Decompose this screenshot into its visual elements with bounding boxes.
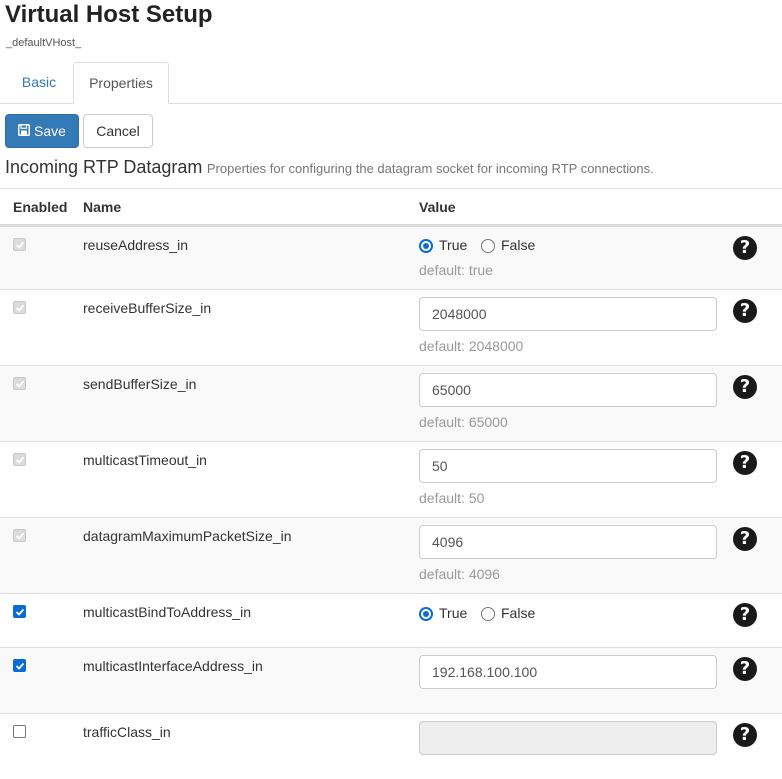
tab-properties[interactable]: Properties [73, 62, 169, 104]
help-icon[interactable]: ? [733, 603, 757, 627]
column-header-value: Value [419, 199, 456, 215]
property-name: multicastBindToAddress_in [83, 604, 252, 620]
enabled-checkbox[interactable] [13, 605, 26, 618]
property-value-input [419, 721, 717, 755]
save-button-label: Save [34, 123, 66, 139]
help-icon[interactable]: ? [733, 451, 757, 475]
property-value-input[interactable]: 4096 [419, 525, 717, 559]
column-header-name: Name [83, 199, 122, 215]
property-name: receiveBufferSize_in [83, 300, 212, 316]
property-name: sendBufferSize_in [83, 376, 197, 392]
default-value-hint: default: 50 [419, 490, 485, 506]
page-subtitle: _defaultVHost_ [6, 37, 82, 49]
page-title: Virtual Host Setup [5, 1, 213, 28]
false-radio-label: False [501, 237, 536, 253]
table-row [0, 226, 782, 289]
section-header: Incoming RTP Datagram Properties for con… [5, 157, 654, 178]
property-value-input[interactable]: 192.168.100.100 [419, 655, 717, 689]
property-name: trafficClass_in [83, 724, 171, 740]
enabled-checkbox [13, 301, 26, 314]
help-icon[interactable]: ? [733, 299, 757, 323]
help-icon[interactable]: ? [733, 657, 757, 681]
help-icon[interactable]: ? [733, 236, 757, 260]
default-value-hint: default: 2048000 [419, 338, 524, 354]
property-name: multicastInterfaceAddress_in [83, 658, 263, 674]
true-radio-label: True [439, 237, 468, 253]
property-name: multicastTimeout_in [83, 452, 207, 468]
property-value-input[interactable]: 2048000 [419, 297, 717, 331]
enabled-checkbox[interactable] [13, 659, 26, 672]
column-header-enabled: Enabled [13, 199, 68, 215]
false-radio-label: False [501, 605, 536, 621]
floppy-disk-icon [18, 115, 31, 147]
property-value-input[interactable]: 65000 [419, 373, 717, 407]
help-icon[interactable]: ? [733, 375, 757, 399]
false-radio[interactable] [481, 239, 495, 253]
tab-basic[interactable]: Basic [6, 62, 72, 104]
property-value-input[interactable]: 50 [419, 449, 717, 483]
section-title: Incoming RTP Datagram [5, 157, 203, 177]
help-icon[interactable]: ? [733, 527, 757, 551]
enabled-checkbox [13, 377, 26, 390]
property-name: datagramMaximumPacketSize_in [83, 528, 292, 544]
enabled-checkbox [13, 453, 26, 466]
default-value-hint: default: true [419, 262, 493, 278]
property-name: reuseAddress_in [83, 237, 189, 253]
default-value-hint: default: 4096 [419, 566, 500, 582]
save-button[interactable]: Save [5, 114, 79, 148]
enabled-checkbox [13, 529, 26, 542]
table-row [0, 593, 782, 647]
cancel-button[interactable]: Cancel [83, 114, 153, 148]
true-radio[interactable] [419, 239, 433, 253]
section-description: Properties for configuring the datagram … [206, 161, 654, 176]
help-icon[interactable]: ? [733, 723, 757, 747]
true-radio[interactable] [419, 607, 433, 621]
true-radio-label: True [439, 605, 468, 621]
enabled-checkbox [13, 238, 26, 251]
false-radio[interactable] [481, 607, 495, 621]
default-value-hint: default: 65000 [419, 414, 508, 430]
tab-bar: Basic Properties [0, 62, 782, 104]
enabled-checkbox[interactable] [13, 725, 26, 738]
